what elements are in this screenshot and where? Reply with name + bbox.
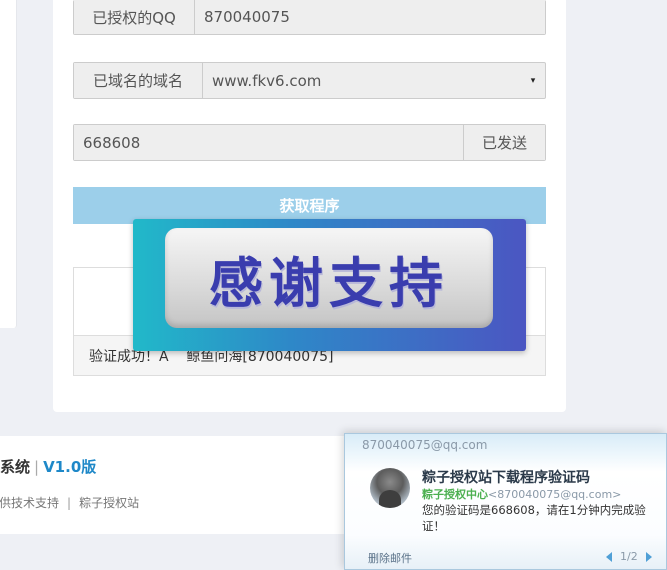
mail-notification[interactable]: 870040075@qq.com 粽子授权站下载程序验证码 粽子授权中心<870… (344, 433, 667, 570)
notification-account: 870040075@qq.com (362, 438, 488, 452)
domain-select[interactable]: www.fkv6.com (203, 63, 521, 98)
page-indicator: 1/2 (620, 550, 638, 563)
banner-text: 感谢支持 (209, 251, 449, 315)
qq-field[interactable]: 870040075 (195, 0, 545, 34)
notification-body: 您的验证码是668608，请在1分钟内完成验证！ (422, 503, 646, 533)
qq-label: 已授权的QQ (74, 0, 195, 34)
footer-version: V1.0版 (43, 458, 97, 476)
sender-name: 粽子授权中心 (422, 488, 488, 501)
footer-site-link[interactable]: 粽子授权站 (79, 496, 139, 510)
next-arrow-icon[interactable] (645, 551, 652, 562)
qq-row: 已授权的QQ 870040075 (73, 0, 546, 35)
notification-subject[interactable]: 粽子授权站下载程序验证码 (422, 467, 590, 487)
thanks-banner: 感谢支持 (133, 219, 526, 351)
code-row: 668608 已发送 (73, 124, 546, 161)
footer-system-name: 授权系统 (0, 458, 31, 476)
sender-email: <870040075@qq.com> (488, 488, 622, 501)
left-panel (0, 0, 17, 328)
domain-label: 已域名的域名 (74, 63, 203, 98)
code-input[interactable]: 668608 (74, 125, 463, 160)
notification-toolbar: 删除邮件 1/2 (345, 543, 666, 569)
sender-avatar (370, 468, 410, 508)
notification-sender: 粽子授权中心<870040075@qq.com> (422, 486, 621, 502)
banner-plate: 感谢支持 (165, 228, 493, 328)
footer-title: 授权系统|V1.0版 (0, 456, 96, 477)
footer-support-text: 提供技术支持 (0, 496, 60, 510)
domain-row: 已域名的域名 www.fkv6.com ▾ (73, 62, 546, 99)
notification-pager: 1/2 (606, 550, 652, 563)
sent-button[interactable]: 已发送 (463, 125, 545, 160)
prev-arrow-icon[interactable] (606, 551, 612, 562)
caret-down-icon[interactable]: ▾ (521, 63, 545, 98)
delete-mail-link[interactable]: 删除邮件 (368, 550, 412, 566)
footer-links: 提供技术支持 | 粽子授权站 (0, 494, 139, 511)
footer-separator: | (34, 458, 40, 476)
footer-pipe: | (67, 496, 72, 510)
